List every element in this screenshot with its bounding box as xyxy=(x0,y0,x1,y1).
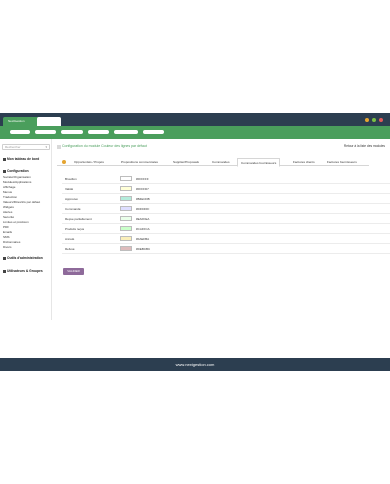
sidebar-item-modules[interactable]: Modules/Applications xyxy=(3,180,31,184)
back-to-modules-link[interactable]: Retour à la liste des modules xyxy=(344,144,385,148)
color-row-received: Produits reçus #CAFFCA xyxy=(62,224,390,234)
hex-value[interactable]: #FFFFFF xyxy=(136,177,149,181)
color-swatch[interactable] xyxy=(120,236,132,241)
nav-item-6[interactable] xyxy=(143,130,164,134)
hex-value[interactable]: #CAFFCA xyxy=(136,227,150,231)
page-title: Configuration du module Couleur des lign… xyxy=(62,144,147,148)
sidebar-item-company[interactable]: Société/Organisation xyxy=(3,175,31,179)
browser-new-tab[interactable] xyxy=(37,117,61,126)
sidebar-item-security[interactable]: Sécurité xyxy=(3,215,14,219)
dashboard-icon xyxy=(3,157,6,161)
tab-proposals[interactable]: Propositions commerciales xyxy=(121,158,158,166)
color-swatch[interactable] xyxy=(120,206,132,211)
hex-value[interactable]: #FAEFBA xyxy=(136,237,149,241)
sidebar-item-misc[interactable]: Divers xyxy=(3,245,12,249)
sidebar-admin-tools-label: Outils d'administration xyxy=(7,256,43,260)
tab-orders[interactable]: Commandes xyxy=(212,158,230,166)
sidebar-item-translation[interactable]: Traduction xyxy=(3,195,17,199)
sidebar-item-display[interactable]: Affichage xyxy=(3,185,15,189)
settings-dot-icon xyxy=(62,160,66,164)
close-window-icon[interactable] xyxy=(379,118,383,122)
color-swatch[interactable] xyxy=(120,226,132,231)
search-placeholder: Rechercher xyxy=(5,145,21,149)
module-tabs: Opportunités / Projets Propositions comm… xyxy=(57,158,369,167)
row-label: Refusé xyxy=(65,247,75,251)
main-content: Configuration du module Couleur des lign… xyxy=(52,139,390,320)
nav-item-4[interactable] xyxy=(88,130,109,134)
sidebar: Rechercher ▾ Mon tableau de bord Configu… xyxy=(0,139,52,320)
sidebar-users-groups[interactable]: Utilisateurs & Groupes xyxy=(3,269,43,273)
tab-customer-invoices[interactable]: Factures clients xyxy=(293,158,315,166)
sidebar-item-default-values[interactable]: Valeurs/filtres/tris par défaut xyxy=(3,200,40,204)
wrench-icon xyxy=(3,256,6,260)
nav-item-5[interactable] xyxy=(114,130,138,134)
hex-value[interactable]: #B4ECDB xyxy=(136,197,150,201)
sidebar-item-limits[interactable]: Limites et précision xyxy=(3,220,29,224)
row-label: Annulé xyxy=(65,237,75,241)
color-swatch[interactable] xyxy=(120,216,132,221)
color-row-ordered: Commandé #DFDFFF xyxy=(62,204,390,214)
color-row-partially-received: Reçue partiellement #EAFFEA xyxy=(62,214,390,224)
sidebar-item-sms[interactable]: SMS xyxy=(3,235,10,239)
sidebar-item-dictionaries[interactable]: Dictionnaires xyxy=(3,240,20,244)
hex-value[interactable]: #DEBCBC xyxy=(136,247,150,251)
module-icon xyxy=(57,145,61,149)
sidebar-config-label: Configuration xyxy=(7,169,29,173)
sidebar-admin-tools[interactable]: Outils d'administration xyxy=(3,256,43,260)
browser-title-bar: NextGestion xyxy=(0,113,390,126)
row-label: Brouillon xyxy=(65,177,77,181)
sidebar-dashboard-label: Mon tableau de bord xyxy=(7,157,40,161)
nav-item-3[interactable] xyxy=(61,130,83,134)
sidebar-item-menus[interactable]: Menus xyxy=(3,190,12,194)
gear-icon xyxy=(3,169,6,173)
app-header xyxy=(0,126,390,139)
search-input[interactable]: Rechercher ▾ xyxy=(2,144,50,150)
sidebar-users-label: Utilisateurs & Groupes xyxy=(7,269,43,273)
sidebar-item-alerts[interactable]: Alertes xyxy=(3,210,12,214)
color-swatch[interactable] xyxy=(120,176,132,181)
chevron-down-icon: ▾ xyxy=(45,145,47,149)
users-icon xyxy=(3,269,6,273)
save-button[interactable]: VALIDER xyxy=(63,268,84,275)
sidebar-item-widgets[interactable]: Widgets xyxy=(3,205,14,209)
hex-value[interactable]: #FFFFD7 xyxy=(136,187,149,191)
row-label: Produits reçus xyxy=(65,227,85,231)
color-swatch[interactable] xyxy=(120,246,132,251)
maximize-window-icon[interactable] xyxy=(372,118,376,122)
row-label: Reçue partiellement xyxy=(65,217,92,221)
row-label: Validé xyxy=(65,187,74,191)
color-row-approved: Approuvé #B4ECDB xyxy=(62,194,390,204)
row-label: Approuvé xyxy=(65,197,78,201)
sidebar-item-pdf[interactable]: PDF xyxy=(3,225,9,229)
nav-item-2[interactable] xyxy=(35,130,56,134)
row-label: Commandé xyxy=(65,207,81,211)
nav-item-1[interactable] xyxy=(10,130,30,134)
sidebar-dashboard-link[interactable]: Mon tableau de bord xyxy=(3,157,39,161)
tab-supplier-proposals[interactable]: Supplier/Proposals xyxy=(173,158,199,166)
sidebar-item-emails[interactable]: Emails xyxy=(3,230,12,234)
color-row-validated: Validé #FFFFD7 xyxy=(62,184,390,194)
hex-value[interactable]: #EAFFEA xyxy=(136,217,149,221)
tab-supplier-invoices[interactable]: Factures fournisseurs xyxy=(327,158,357,166)
sidebar-config-section[interactable]: Configuration xyxy=(3,169,29,173)
color-row-refused: Refusé #DEBCBC xyxy=(62,244,390,254)
color-swatch[interactable] xyxy=(120,186,132,191)
page-footer: www.nextgestion.com xyxy=(0,358,390,371)
tab-supplier-orders[interactable]: Commandes fournisseurs xyxy=(237,158,281,167)
color-swatch[interactable] xyxy=(120,196,132,201)
color-row-draft: Brouillon #FFFFFF xyxy=(62,174,390,184)
browser-tab-title: NextGestion xyxy=(8,119,25,123)
footer-url: www.nextgestion.com xyxy=(175,362,215,367)
tab-opportunities[interactable]: Opportunités / Projets xyxy=(74,158,104,166)
hex-value[interactable]: #DFDFFF xyxy=(136,207,149,211)
color-row-canceled: Annulé #FAEFBA xyxy=(62,234,390,244)
minimize-window-icon[interactable] xyxy=(365,118,369,122)
